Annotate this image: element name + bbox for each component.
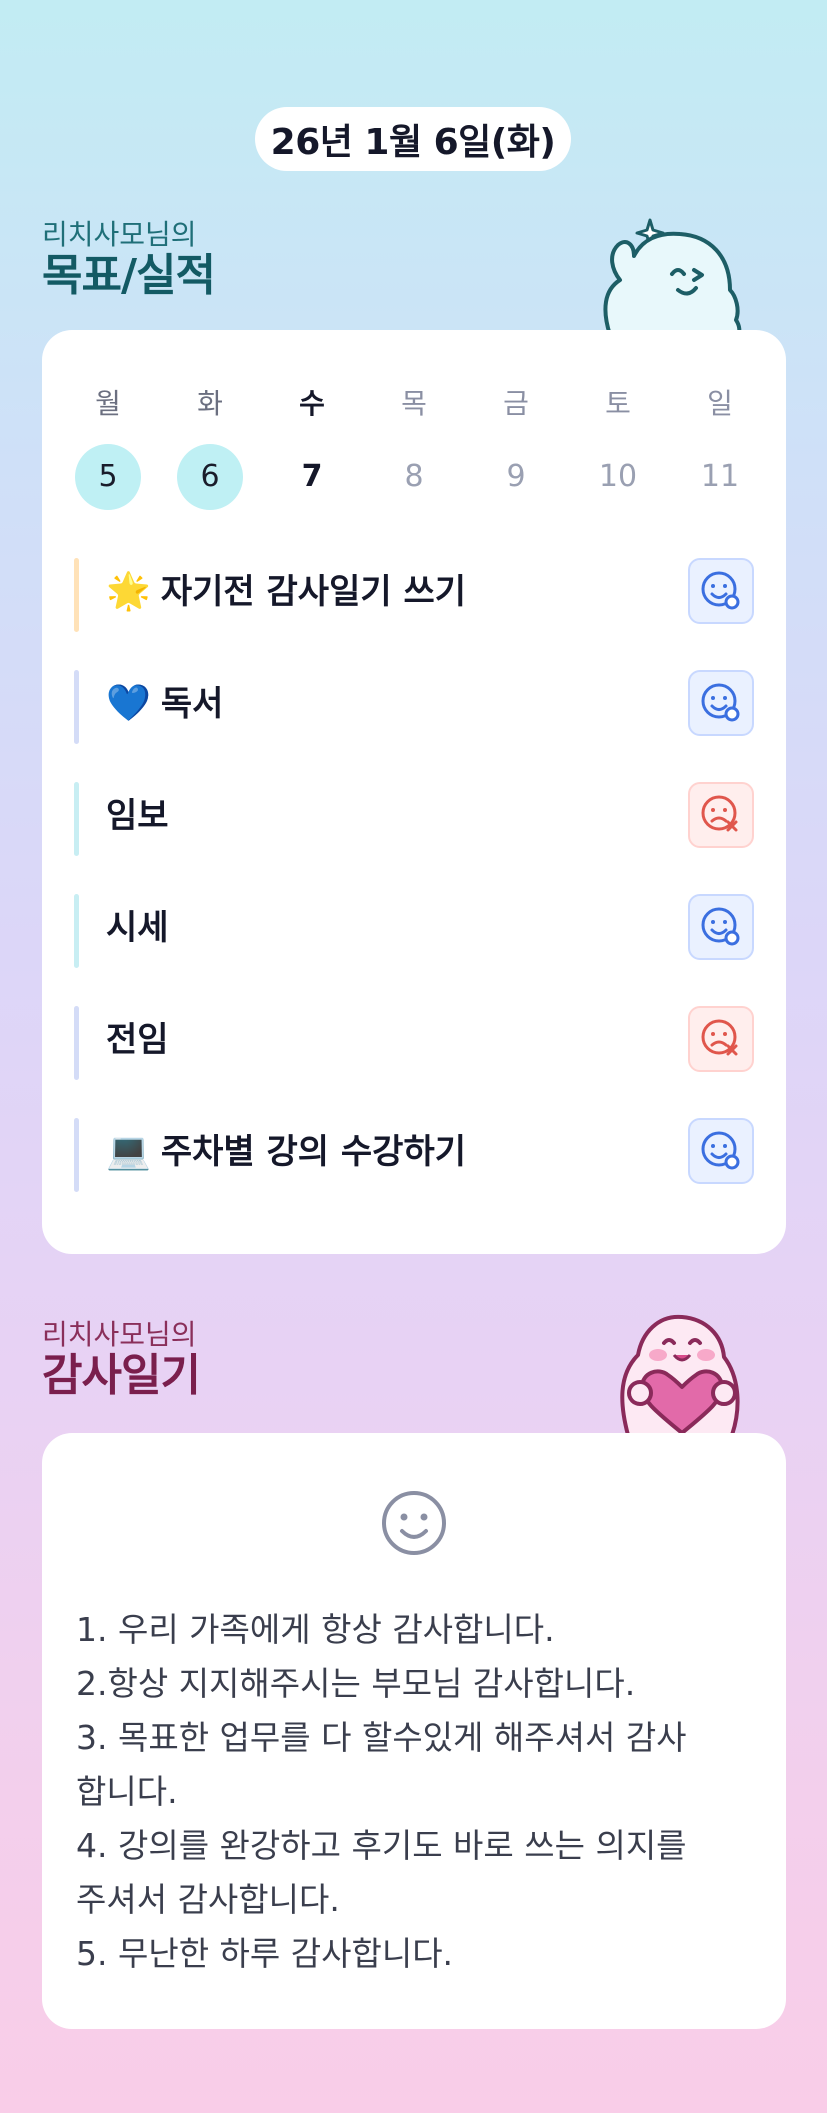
diary-section-heading: 감사일기 [42,1350,201,1401]
day-label: 월 [95,387,121,420]
goal-status-button[interactable] [688,1118,754,1184]
day-number: 7 [301,459,323,494]
heart-mascot-icon [620,1314,740,1435]
goal-title: 💻 주차별 강의 수강하기 [106,1126,466,1178]
goal-status-button[interactable] [688,670,754,736]
goals-section-subtitle: 리치사모님의 [42,218,197,251]
fail-face-icon [701,795,738,832]
day-number: 8 [404,459,424,494]
diary-section-subtitle: 리치사모님의 [42,1318,197,1351]
success-face-icon [701,907,740,946]
goal-accent-bar [74,894,79,968]
fail-face-icon [701,1019,738,1056]
goal-status-button[interactable] [688,894,754,960]
success-face-icon [701,683,740,722]
goal-accent-bar [74,1118,79,1192]
day-number: 6 [177,444,243,510]
success-face-icon [701,571,740,610]
goal-accent-bar [74,1006,79,1080]
goal-emoji-icon: 🌟 [106,571,151,612]
goal-label: 자기전 감사일기 쓰기 [160,572,467,612]
diary-section-title: 리치사모님의 감사일기 [42,1318,201,1401]
goal-status-button[interactable] [688,558,754,624]
goal-label: 시세 [106,908,169,948]
diary-entry: 1. 우리 가족에게 항상 감사합니다. 2.항상 지지해주시는 부모님 감사합니… [76,1603,756,1981]
goal-label: 임보 [106,796,169,836]
day-number: 9 [506,459,526,494]
day-label: 수 [299,387,325,420]
day-10[interactable]: 토 10 [582,386,654,510]
day-8[interactable]: 목8 [378,386,450,510]
diary-line: 3. 목표한 업무를 다 할수있게 해주셔서 감사 [76,1718,687,1757]
day-7[interactable]: 수7 [276,386,348,510]
day-label: 일 [707,387,733,420]
success-face-icon [701,1131,740,1170]
goals-section-title: 리치사모님의 목표/실적 [42,218,216,301]
date-text: 26년 1월 6일(화) [270,122,556,163]
diary-card: 1. 우리 가족에게 항상 감사합니다. 2.항상 지지해주시는 부모님 감사합니… [42,1433,786,2029]
ghost-mascot-icon [603,218,742,335]
goal-title: 💙 독서 [106,678,223,730]
goal-list: 🌟 자기전 감사일기 쓰기 💙 독서임보시세전임 💻 주차별 강의 수강하기 [42,540,786,1212]
goal-item[interactable]: 💙 독서 [42,652,786,764]
goals-section-heading: 목표/실적 [42,250,216,301]
day-number: 10 [598,459,638,494]
goal-title: 🌟 자기전 감사일기 쓰기 [106,566,466,618]
goal-item[interactable]: 시세 [42,876,786,988]
diary-line: 1. 우리 가족에게 항상 감사합니다. [76,1610,555,1649]
day-number: 11 [700,459,740,494]
diary-line: 2.항상 지지해주시는 부모님 감사합니다. [76,1664,636,1703]
day-label: 토 [605,387,631,420]
goal-accent-bar [74,558,79,632]
day-number: 5 [75,444,141,510]
diary-line: 5. 무난한 하루 감사합니다. [76,1934,454,1973]
goal-item[interactable]: 💻 주차별 강의 수강하기 [42,1100,786,1212]
day-6[interactable]: 화6 [174,386,246,510]
goal-title: 시세 [106,902,169,954]
goal-label: 주차별 강의 수강하기 [160,1132,467,1172]
goal-item[interactable]: 🌟 자기전 감사일기 쓰기 [42,540,786,652]
goal-emoji-icon: 💻 [106,1131,151,1172]
day-label: 목 [401,387,427,420]
goal-item[interactable]: 임보 [42,764,786,876]
goal-status-button[interactable] [688,1006,754,1072]
goal-item[interactable]: 전임 [42,988,786,1100]
smile-icon [382,1491,446,1555]
day-11[interactable]: 일 11 [684,386,756,510]
goal-emoji-icon: 💙 [106,683,151,724]
goal-title: 임보 [106,790,169,842]
goal-label: 전임 [106,1020,169,1060]
diary-line: 주셔서 감사합니다. [76,1880,340,1919]
day-5[interactable]: 월5 [72,386,144,510]
goal-title: 전임 [106,1014,169,1066]
day-label: 금 [503,387,529,420]
date-pill[interactable]: 26년 1월 6일(화) [255,107,571,171]
goal-label: 독서 [160,684,224,724]
goal-accent-bar [74,782,79,856]
goal-status-button[interactable] [688,782,754,848]
goals-card: 월 5 화 6 수 7 목 8 금 9 토 10 일 11 🌟 자기전 감사일기 쓰기 💙 독서 임보 시세 전임 💻 주… [42,330,786,1254]
goal-accent-bar [74,670,79,744]
day-9[interactable]: 금9 [480,386,552,510]
diary-line: 합니다. [76,1772,178,1811]
week-strip: 월 5 화 6 수 7 목 8 금 9 토 10 일 11 [72,386,756,510]
day-label: 화 [197,387,223,420]
diary-line: 4. 강의를 완강하고 후기도 바로 쓰는 의지를 [76,1826,687,1865]
